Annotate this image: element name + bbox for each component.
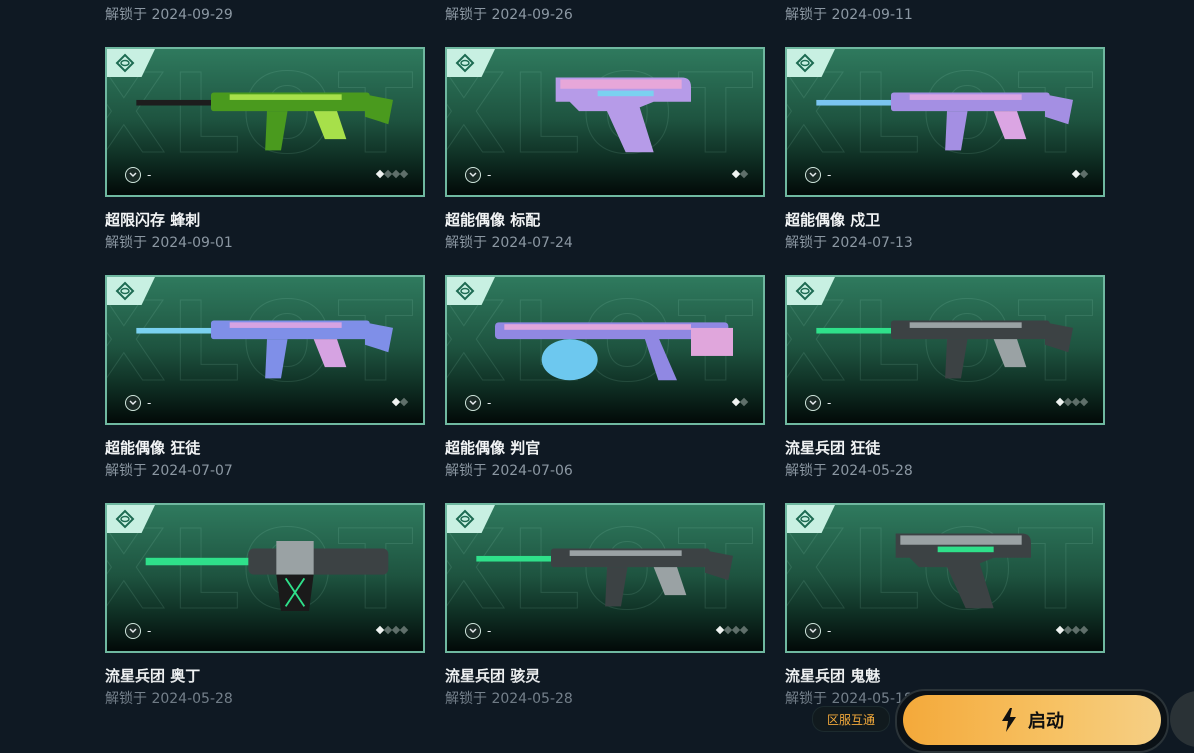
tier-badge-text: - — [827, 168, 832, 182]
level-dot — [399, 625, 409, 635]
unlock-date: 解锁于 2024-07-13 — [785, 235, 913, 251]
assault-rifle-icon — [136, 320, 393, 379]
skin-name: 流星兵团 狂徒 — [785, 439, 881, 457]
machine-gun-icon — [145, 541, 389, 611]
skin-card[interactable]: XLOT - — [445, 47, 765, 197]
skin-grid: XLOT - 超限闪存 蜂刺 解锁于 2024-09-01 XLOT - 超能偶… — [0, 0, 1194, 743]
skin-card[interactable]: XLOT - — [785, 503, 1105, 653]
skin-card[interactable]: XLOT - — [785, 47, 1105, 197]
launch-button[interactable]: 启动 — [903, 695, 1161, 745]
level-indicator — [375, 625, 409, 635]
skin-card-frame: XLOT - — [105, 275, 425, 425]
assault-rifle-icon — [816, 320, 1073, 379]
tier-badge-text: - — [827, 624, 832, 638]
skin-card[interactable]: XLOT - — [105, 503, 425, 653]
skin-card[interactable]: XLOT - — [445, 503, 765, 653]
tier-badge: - — [465, 167, 491, 183]
level-indicator — [731, 169, 749, 179]
launch-button-frame: 启动 — [895, 689, 1169, 753]
level-dot — [739, 169, 749, 179]
pistol-icon — [555, 77, 691, 153]
unlock-date: 解锁于 2024-07-24 — [445, 235, 573, 251]
skin-card[interactable]: XLOT - — [105, 47, 425, 197]
skin-name: 超能偶像 戍卫 — [785, 211, 881, 229]
skin-name: 超限闪存 蜂刺 — [105, 211, 201, 229]
tier-badge-text: - — [487, 168, 492, 182]
level-indicator — [1055, 397, 1089, 407]
level-dot — [399, 397, 409, 407]
tier-badge: - — [465, 623, 491, 639]
unlock-date: 解锁于 2024-05-28 — [105, 691, 233, 707]
skin-card[interactable]: XLOT - — [785, 275, 1105, 425]
skin-card-frame: XLOT - — [445, 47, 765, 197]
level-dot — [1079, 169, 1089, 179]
region-interop-button[interactable]: 区服互通 — [812, 706, 890, 732]
skin-card-frame: XLOT - — [785, 503, 1105, 653]
chevron-circle-icon — [465, 167, 481, 183]
level-dot — [1079, 397, 1089, 407]
tier-badge: - — [125, 167, 151, 183]
tier-badge: - — [805, 623, 831, 639]
level-indicator — [1071, 169, 1089, 179]
rifle-icon — [816, 92, 1073, 151]
chevron-circle-icon — [125, 623, 141, 639]
level-dot — [399, 169, 409, 179]
level-dot — [739, 397, 749, 407]
unlock-date: 解锁于 2024-07-06 — [445, 463, 573, 479]
smg-icon — [476, 548, 733, 607]
shotgun-icon — [495, 322, 733, 381]
level-indicator — [1055, 625, 1089, 635]
launch-label: 启动 — [1028, 711, 1064, 732]
level-indicator — [715, 625, 749, 635]
unlock-date: 解锁于 2024-05-28 — [445, 691, 573, 707]
chevron-circle-icon — [805, 623, 821, 639]
skin-name: 超能偶像 标配 — [445, 211, 541, 229]
tier-badge: - — [125, 623, 151, 639]
chevron-circle-icon — [805, 167, 821, 183]
skin-name: 流星兵团 鬼魅 — [785, 667, 881, 685]
chevron-circle-icon — [125, 167, 141, 183]
unlock-date: 解锁于 2024-09-01 — [105, 235, 233, 251]
tier-badge-text: - — [147, 396, 152, 410]
tier-badge-text: - — [147, 624, 152, 638]
skin-card[interactable]: XLOT - — [105, 275, 425, 425]
level-indicator — [391, 397, 409, 407]
skin-name: 超能偶像 判官 — [445, 439, 541, 457]
chevron-circle-icon — [465, 395, 481, 411]
unlock-date: 解锁于 2024-05-18 — [785, 691, 913, 707]
skin-card-frame: XLOT - — [445, 503, 765, 653]
tier-badge: - — [125, 395, 151, 411]
unlock-date: 解锁于 2024-05-28 — [785, 463, 913, 479]
tier-badge-text: - — [487, 624, 492, 638]
skin-card[interactable]: XLOT - — [445, 275, 765, 425]
level-indicator — [731, 397, 749, 407]
skin-name: 流星兵团 奥丁 — [105, 667, 201, 685]
skin-name: 超能偶像 狂徒 — [105, 439, 201, 457]
skin-card-frame: XLOT - — [105, 503, 425, 653]
smg-icon — [136, 92, 393, 151]
lightning-icon — [1002, 708, 1016, 732]
level-indicator — [375, 169, 409, 179]
level-dot — [739, 625, 749, 635]
tier-badge-text: - — [487, 396, 492, 410]
pistol-icon — [895, 533, 1031, 609]
skin-card-frame: XLOT - — [785, 47, 1105, 197]
tier-badge: - — [465, 395, 491, 411]
level-dot — [1079, 625, 1089, 635]
tier-badge-text: - — [827, 396, 832, 410]
unlock-date: 解锁于 2024-07-07 — [105, 463, 233, 479]
skin-card-frame: XLOT - — [785, 275, 1105, 425]
chevron-circle-icon — [805, 395, 821, 411]
skin-name: 流星兵团 骇灵 — [445, 667, 541, 685]
skin-card-frame: XLOT - — [445, 275, 765, 425]
chevron-circle-icon — [465, 623, 481, 639]
skin-card-frame: XLOT - — [105, 47, 425, 197]
tier-badge: - — [805, 167, 831, 183]
chevron-circle-icon — [125, 395, 141, 411]
tier-badge: - — [805, 395, 831, 411]
tier-badge-text: - — [147, 168, 152, 182]
